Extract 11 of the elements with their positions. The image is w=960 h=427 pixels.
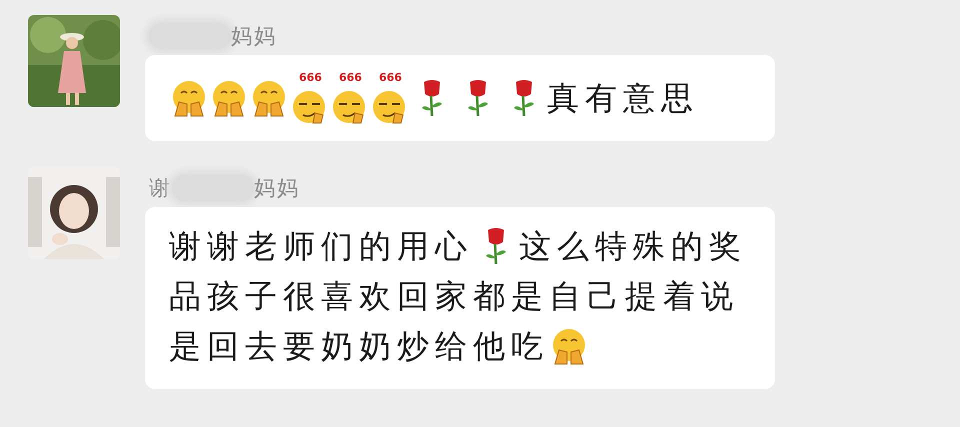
- message-text: 真有意思: [547, 78, 699, 119]
- sender-name: 妈妈: [254, 175, 300, 202]
- emoji-label: 666: [339, 72, 362, 84]
- emoji-label: 666: [299, 72, 322, 84]
- message-text: 是回去要奶奶炒给他吃: [169, 326, 549, 367]
- sender-name: 妈妈: [231, 23, 277, 50]
- message-text: 这么特殊的奖: [519, 226, 747, 267]
- emoji-label: 666: [379, 72, 402, 84]
- sender-name: 谢: [149, 175, 172, 202]
- message-text: 谢谢老师们的用心: [169, 226, 473, 267]
- message-text: 品孩子很喜欢回家都是自己提着说: [169, 276, 739, 317]
